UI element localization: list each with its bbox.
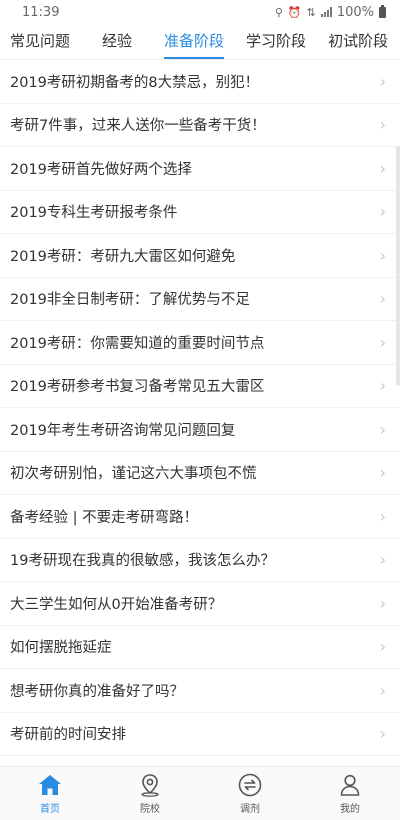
list-item[interactable]: 大三学生如何从0开始准备考研？ ›: [0, 582, 400, 626]
article-title: 考研7件事，过来人送你一些备考干货！: [10, 118, 266, 135]
article-title: 2019考研首先做好两个选择: [10, 161, 192, 178]
list-item[interactable]: 2019考研：你需要知道的重要时间节点 ›: [0, 321, 400, 365]
list-item[interactable]: 2019年考生考研咨询常见问题回复 ›: [0, 408, 400, 452]
chevron-right-icon: ›: [379, 376, 386, 396]
list-item[interactable]: 2019考研初期备考的8大禁忌，别犯！ ›: [0, 60, 400, 104]
nav-label: 首页: [40, 804, 60, 815]
article-title: 2019专科生考研报考条件: [10, 205, 178, 222]
battery-percent: 100%: [336, 4, 374, 20]
chevron-right-icon: ›: [379, 550, 386, 570]
category-tabs: 常见问题 经验 准备阶段 学习阶段 初试阶段: [0, 24, 400, 60]
alarm-icon: ⏰: [287, 5, 302, 19]
list-item[interactable]: 2019考研：考研九大雷区如何避免 ›: [0, 234, 400, 278]
tab-study-stage[interactable]: 学习阶段: [246, 30, 306, 59]
chevron-right-icon: ›: [379, 158, 386, 178]
article-title: 初次考研别怕，谨记这六大事项包不慌: [10, 466, 257, 483]
chevron-right-icon: ›: [379, 463, 386, 483]
list-item[interactable]: 2019考研参考书复习备考常见五大雷区 ›: [0, 365, 400, 408]
tab-preliminary-exam-stage[interactable]: 初试阶段: [328, 30, 388, 59]
chevron-right-icon: ›: [379, 506, 386, 526]
article-title: 2019考研：你需要知道的重要时间节点: [10, 335, 265, 352]
list-item[interactable]: 2019考研首先做好两个选择 ›: [0, 147, 400, 191]
list-item[interactable]: 19考研现在我真的很敏感，我该怎么办？ ›: [0, 539, 400, 582]
list-item[interactable]: 备考经验 | 不要走考研弯路！ ›: [0, 495, 400, 539]
list-item[interactable]: 考研前的时间安排 ›: [0, 713, 400, 756]
network-icon: ⇅: [306, 5, 316, 19]
chevron-right-icon: ›: [379, 724, 386, 744]
list-item[interactable]: 考研7件事，过来人送你一些备考干货！ ›: [0, 104, 400, 147]
article-title: 2019考研参考书复习备考常见五大雷区: [10, 379, 265, 396]
chevron-right-icon: ›: [379, 332, 386, 352]
article-title: 2019考研：考研九大雷区如何避免: [10, 248, 236, 265]
status-bar: 11:39 ⚲ ⏰ ⇅ 100%: [0, 0, 400, 24]
usb-icon: ⚲: [274, 5, 283, 19]
nav-item-transfer[interactable]: 调剂: [220, 772, 280, 815]
list-item[interactable]: 2019非全日制考研：了解优势与不足 ›: [0, 278, 400, 321]
list-item[interactable]: 初次考研别怕，谨记这六大事项包不慌 ›: [0, 452, 400, 495]
article-title: 想考研你真的准备好了吗？: [10, 683, 184, 700]
chevron-right-icon: ›: [379, 202, 386, 222]
location-pin-icon: [141, 774, 159, 797]
scrollbar[interactable]: [396, 146, 400, 386]
article-title: 如何摆脱拖延症: [10, 640, 112, 657]
article-title: 2019非全日制考研：了解优势与不足: [10, 292, 250, 309]
chevron-right-icon: ›: [379, 289, 386, 309]
battery-icon: [379, 4, 386, 18]
home-icon: [39, 775, 61, 795]
nav-item-schools[interactable]: 院校: [120, 772, 180, 815]
chevron-right-icon: ›: [379, 593, 386, 613]
tab-experience[interactable]: 经验: [102, 30, 132, 59]
chevron-right-icon: ›: [379, 637, 386, 657]
chevron-right-icon: ›: [379, 71, 386, 91]
nav-label: 院校: [140, 804, 160, 815]
status-time: 11:39: [22, 4, 60, 20]
list-item[interactable]: 想考研你真的准备好了吗？ ›: [0, 669, 400, 713]
bottom-nav: 首页 院校 调剂 我的: [0, 766, 400, 820]
chevron-right-icon: ›: [379, 419, 386, 439]
nav-item-mine[interactable]: 我的: [320, 772, 380, 815]
article-title: 备考经验 | 不要走考研弯路！: [10, 509, 199, 526]
article-title: 2019年考生考研咨询常见问题回复: [10, 422, 236, 439]
list-item[interactable]: 如何摆脱拖延症 ›: [0, 626, 400, 669]
nav-label: 调剂: [240, 804, 260, 815]
article-list: 2019考研初期备考的8大禁忌，别犯！ › 考研7件事，过来人送你一些备考干货！ ›…: [0, 60, 400, 756]
nav-label: 我的: [340, 804, 360, 815]
person-icon: [340, 774, 360, 796]
status-indicators: ⚲ ⏰ ⇅ 100%: [274, 4, 386, 20]
nav-item-home[interactable]: 首页: [20, 772, 80, 815]
chevron-right-icon: ›: [379, 245, 386, 265]
article-title: 考研前的时间安排: [10, 727, 126, 744]
article-title: 2019考研初期备考的8大禁忌，别犯！: [10, 74, 260, 91]
article-title: 19考研现在我真的很敏感，我该怎么办？: [10, 553, 275, 570]
tab-preparation-stage[interactable]: 准备阶段: [164, 30, 225, 59]
chevron-right-icon: ›: [379, 680, 386, 700]
article-title: 大三学生如何从0开始准备考研？: [10, 596, 223, 613]
signal-icon: [320, 7, 332, 17]
list-item[interactable]: 2019专科生考研报考条件 ›: [0, 191, 400, 234]
swap-icon: [238, 773, 262, 797]
tab-common-questions[interactable]: 常见问题: [10, 30, 70, 59]
chevron-right-icon: ›: [379, 115, 386, 135]
